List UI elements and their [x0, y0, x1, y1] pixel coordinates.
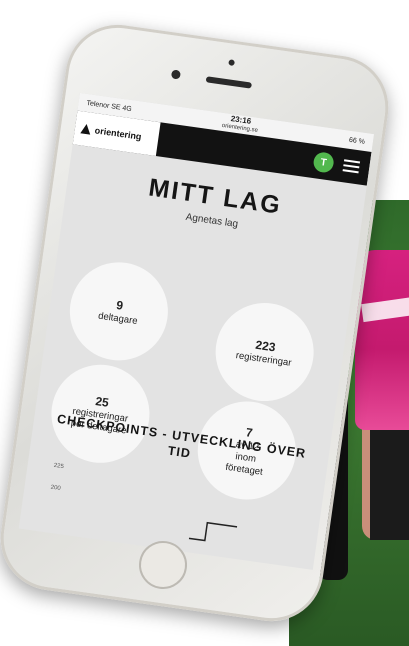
battery-label: 66 %	[348, 136, 366, 146]
stat-number: 223	[254, 337, 277, 355]
stat-number: 9	[115, 298, 125, 313]
stat-label: deltagare	[97, 310, 139, 327]
header-actions: T	[312, 151, 370, 179]
stat-registrations: 223 registreringar	[209, 296, 320, 408]
chart-y-tick: 225	[53, 462, 65, 471]
chart-series-line	[188, 521, 238, 542]
checkpoints-chart-line	[188, 521, 238, 542]
earpiece-speaker	[205, 76, 252, 89]
menu-bar-3	[342, 169, 359, 174]
menu-bar-2	[343, 164, 360, 169]
hamburger-menu-icon[interactable]	[342, 159, 361, 174]
stat-number: 25	[94, 394, 110, 410]
carrier-label: Telenor SE 4G	[86, 99, 133, 113]
chart-y-tick: 200	[50, 484, 62, 492]
user-avatar[interactable]: T	[312, 151, 335, 174]
phone-screen: Telenor SE 4G 23:16 orientering.se 66 % …	[18, 92, 375, 570]
logo-text: orientering	[94, 125, 143, 142]
background-shorts	[370, 420, 409, 540]
front-camera	[170, 69, 181, 80]
menu-bar-1	[343, 159, 361, 164]
logo-triangle-icon	[80, 123, 92, 135]
stat-label: registreringar	[235, 350, 293, 369]
sensor-dot	[227, 59, 235, 66]
stat-participants: 9 deltagare	[63, 256, 175, 367]
